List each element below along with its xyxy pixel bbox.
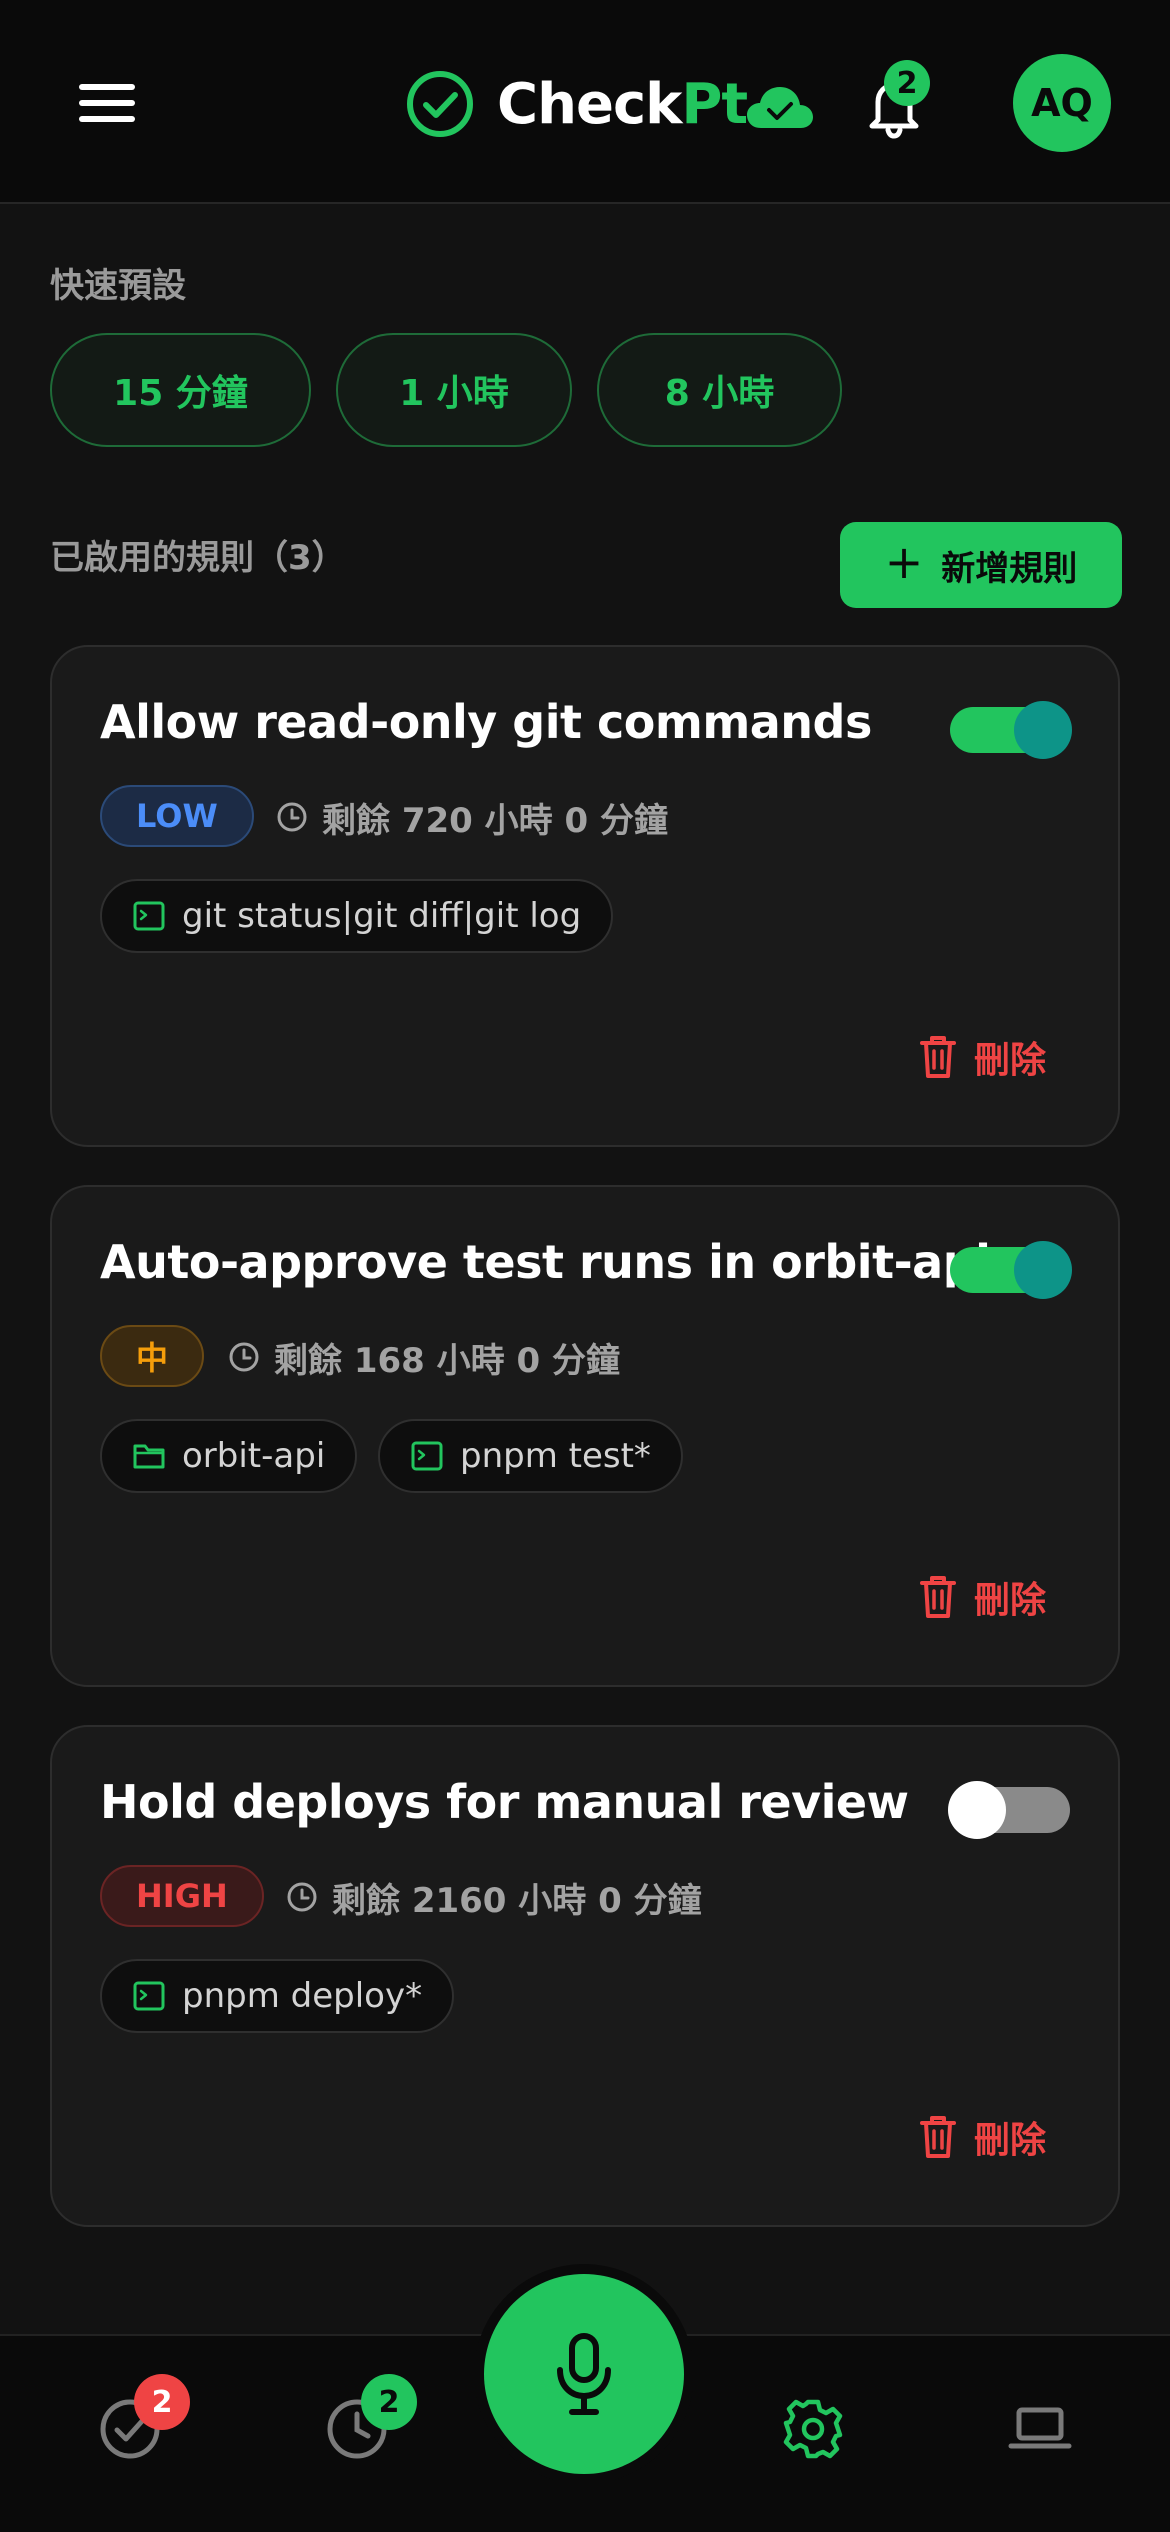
trash-icon [920, 1576, 956, 1618]
cloud-check-icon [747, 87, 814, 128]
rule-scope-chip: orbit-api [100, 1419, 358, 1493]
risk-badge: 中 [100, 1325, 205, 1387]
delete-rule-button[interactable]: 刪除 [918, 1029, 1046, 1085]
delete-rule-button[interactable]: 刪除 [918, 2109, 1046, 2165]
nav-approvals[interactable]: 2 [70, 2374, 190, 2496]
delete-label: 刪除 [974, 1580, 1047, 1621]
notification-count-badge: 2 [884, 60, 930, 106]
brand-name-part1: Check [497, 71, 682, 137]
rule-title: Hold deploys for manual review [100, 1775, 909, 1829]
risk-badge: HIGH [100, 1865, 264, 1927]
active-rules-heading: 已啟用的規則（3） [50, 538, 346, 578]
rule-scope-chip: git status|git diff|git log [100, 879, 614, 953]
clock-icon [287, 1882, 317, 1912]
delete-label: 刪除 [974, 1040, 1047, 1081]
gear-icon [783, 2399, 843, 2459]
laptop-icon [1008, 2407, 1072, 2449]
terminal-icon [411, 1441, 443, 1471]
history-badge: 2 [361, 2374, 417, 2430]
clock-icon [277, 802, 307, 832]
delete-rule-button[interactable]: 刪除 [918, 1569, 1046, 1625]
add-rule-label: 新增規則 [941, 548, 1078, 589]
microphone-icon [557, 2333, 611, 2415]
time-remaining-text: 剩餘 720 小時 0 分鐘 [322, 800, 668, 841]
quick-presets-label: 快速預設 [50, 266, 186, 306]
chip-text: orbit-api [182, 1436, 326, 1476]
voice-input-button[interactable] [484, 2274, 684, 2474]
rule-enabled-toggle[interactable] [948, 1781, 1070, 1839]
time-remaining: 剩餘 168 小時 0 分鐘 [228, 1329, 620, 1385]
preset-1-hour-button[interactable]: 1 小時 [336, 333, 572, 447]
nav-settings[interactable] [753, 2396, 873, 2496]
time-remaining-text: 剩餘 2160 小時 0 分鐘 [332, 1880, 702, 1921]
brand-name-part2: Pt [681, 71, 748, 137]
add-rule-button[interactable]: + 新增規則 [840, 522, 1122, 608]
approvals-badge: 2 [134, 2374, 190, 2430]
nav-history[interactable]: 2 [297, 2374, 417, 2496]
check-circle-icon [407, 71, 473, 137]
time-remaining-text: 剩餘 168 小時 0 分鐘 [274, 1340, 620, 1381]
delete-label: 刪除 [974, 2120, 1047, 2161]
clock-icon [229, 1342, 259, 1372]
rule-scope-chip: pnpm deploy* [100, 1959, 455, 2033]
rule-enabled-toggle[interactable] [950, 701, 1072, 759]
nav-devices[interactable] [980, 2396, 1100, 2496]
time-remaining: 剩餘 720 小時 0 分鐘 [276, 789, 668, 845]
terminal-icon [133, 901, 165, 931]
menu-icon[interactable] [74, 76, 140, 130]
rule-card: Allow read-only git commands LOW 剩餘 720 … [50, 645, 1120, 1147]
user-avatar[interactable]: AQ [1013, 54, 1111, 152]
brand-logo: Check Pt [405, 66, 815, 142]
plus-icon: + [884, 535, 924, 589]
trash-icon [920, 1036, 956, 1078]
terminal-icon [133, 1981, 165, 2011]
chip-text: pnpm test* [460, 1436, 651, 1476]
rule-title: Auto-approve test runs in orbit-api [100, 1235, 991, 1289]
preset-8-hours-button[interactable]: 8 小時 [597, 333, 842, 447]
rule-card: Hold deploys for manual review HIGH 剩餘 2… [50, 1725, 1120, 2227]
folder-icon [133, 1444, 165, 1469]
trash-icon [920, 2116, 956, 2158]
chip-text: pnpm deploy* [182, 1976, 423, 2016]
rule-enabled-toggle[interactable] [950, 1241, 1072, 1299]
chip-text: git status|git diff|git log [182, 896, 582, 936]
preset-15-minutes-button[interactable]: 15 分鐘 [50, 333, 311, 447]
app-header: Check Pt 2 AQ [0, 0, 1170, 204]
rule-title: Allow read-only git commands [100, 695, 872, 749]
rule-card: Auto-approve test runs in orbit-api 中 剩餘… [50, 1185, 1120, 1687]
time-remaining: 剩餘 2160 小時 0 分鐘 [286, 1869, 702, 1925]
risk-badge: LOW [100, 785, 254, 847]
rule-scope-chip: pnpm test* [378, 1419, 683, 1493]
